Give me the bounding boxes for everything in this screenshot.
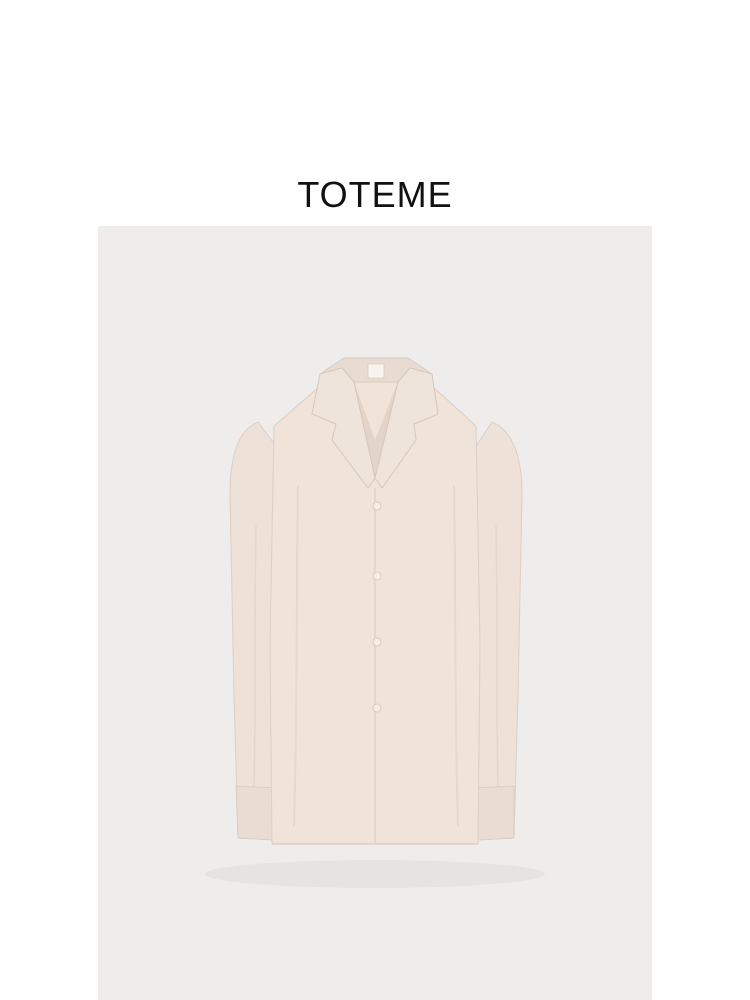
shirt-button <box>372 703 382 713</box>
right-cuff <box>475 785 515 841</box>
shirt-button <box>372 501 382 511</box>
shirt-button <box>372 571 382 581</box>
product-photo <box>98 226 652 1000</box>
neck-label <box>367 363 385 379</box>
shirt-button <box>372 637 382 647</box>
brand-logo: TOTEME <box>297 174 453 215</box>
shirt-shadow <box>205 860 545 888</box>
left-cuff <box>235 785 277 841</box>
shirt-illustration <box>205 357 545 888</box>
